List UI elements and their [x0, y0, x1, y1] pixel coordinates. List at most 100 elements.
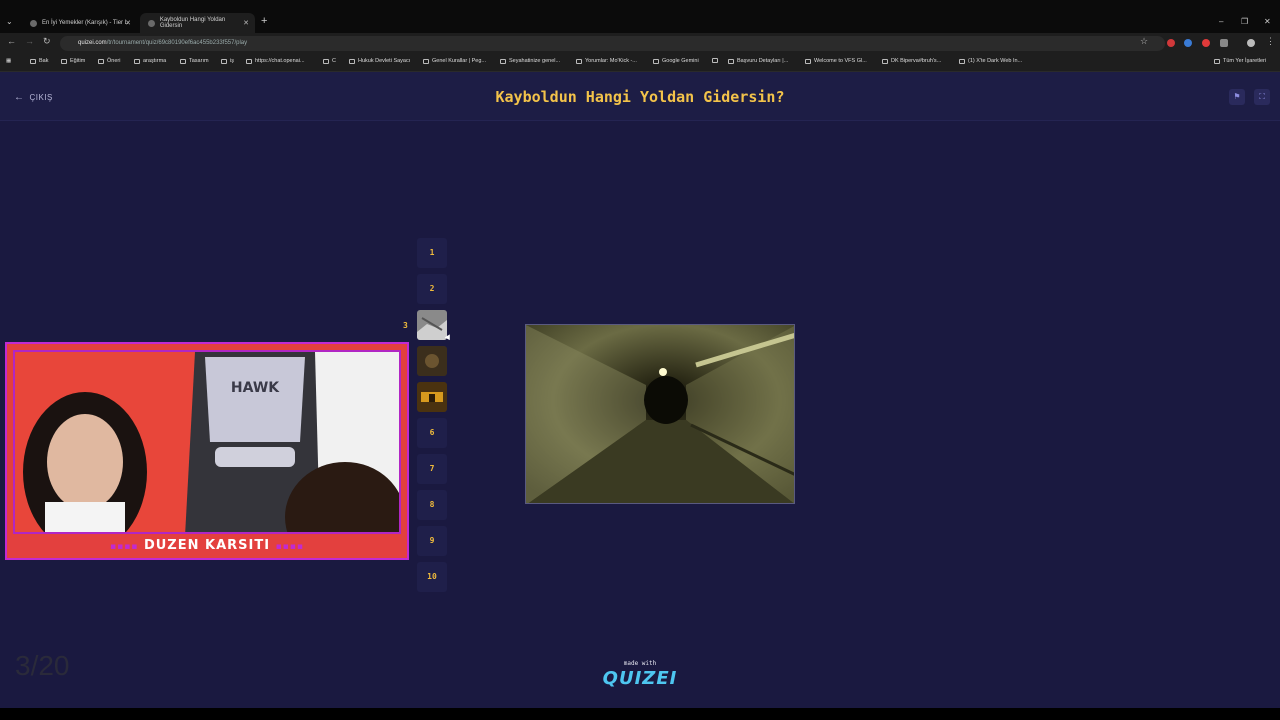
- thumbnail-image: [417, 382, 447, 412]
- bookmark-label: Hukuk Devleti Sayacı: [358, 58, 411, 64]
- extension-icon[interactable]: [1202, 39, 1210, 47]
- bracket-item-7[interactable]: 7: [417, 454, 447, 484]
- bookmark-label: araştırma: [143, 58, 167, 64]
- bookmark-item[interactable]: Bak: [30, 58, 48, 64]
- tunnel-image: [526, 325, 794, 503]
- fullscreen-icon[interactable]: ⛶: [1254, 89, 1270, 105]
- minimize-icon[interactable]: –: [1219, 17, 1223, 26]
- bookmark-item[interactable]: [712, 58, 721, 63]
- bookmark-item[interactable]: Öneri: [98, 58, 120, 64]
- bookmark-label: Eğitim: [70, 58, 86, 64]
- profile-avatar-icon[interactable]: [1247, 39, 1255, 47]
- menu-kebab-icon[interactable]: ⋮: [1266, 36, 1275, 47]
- all-bookmarks-item[interactable]: Tüm Yer İşaretleri: [1214, 58, 1266, 64]
- screen-bottom-strip: [0, 708, 1280, 720]
- link-icon: [728, 58, 734, 64]
- bracket-item-3-thumbnail[interactable]: [417, 310, 447, 340]
- tab-favicon-icon: [148, 19, 155, 27]
- bookmark-item[interactable]: DK Biperva#bruh's...: [882, 58, 941, 64]
- bookmark-label: Tasarım: [189, 58, 209, 64]
- bookmarks-bar: ▦ Bak Eğitim Öneri araştırma Tasarım iş …: [0, 53, 1280, 72]
- bookmark-item[interactable]: Welcome to VFS Gl...: [805, 58, 867, 64]
- close-tab-icon[interactable]: ✕: [125, 19, 131, 27]
- bookmark-item[interactable]: iş: [221, 58, 234, 64]
- bracket-item-2[interactable]: 2: [417, 274, 447, 304]
- banner-deco: ▪▪▪▪: [275, 542, 304, 552]
- option-image[interactable]: [525, 324, 795, 504]
- bookmark-label: Seyahatinize genel...: [509, 58, 561, 64]
- bracket-item-9[interactable]: 9: [417, 526, 447, 556]
- bookmark-label: Öneri: [107, 58, 121, 64]
- bookmark-item[interactable]: https://chat.openai...: [246, 58, 305, 64]
- x-logo-icon: [959, 58, 965, 64]
- new-tab-icon[interactable]: +: [261, 15, 267, 27]
- browser-tabbar: ⌄ En İyi Yemekler (Karışık) - Tier L ✕ K…: [0, 0, 1280, 33]
- close-window-icon[interactable]: ✕: [1264, 17, 1271, 26]
- restore-icon[interactable]: ❐: [1241, 17, 1248, 26]
- url-path: /tr/tournament/quiz/69c80190ef6ac455b233…: [106, 40, 248, 46]
- tab-list-icon[interactable]: ⌄: [6, 17, 13, 26]
- bookmark-item[interactable]: Seyahatinize genel...: [500, 58, 560, 64]
- quiz-page: ← ÇIKIŞ Kayboldun Hangi Yoldan Gidersin?…: [0, 72, 1280, 708]
- bookmark-item[interactable]: araştırma: [134, 58, 166, 64]
- quizei-logo[interactable]: QUIZEI: [600, 668, 680, 689]
- folder-icon: [61, 58, 67, 64]
- folder-icon: [98, 58, 104, 64]
- link-icon: [423, 58, 429, 64]
- bracket-item-10[interactable]: 10: [417, 562, 447, 592]
- link-icon: [712, 58, 718, 63]
- link-icon: [576, 58, 582, 64]
- forward-icon[interactable]: →: [25, 36, 34, 46]
- bookmark-item[interactable]: Yorumlar: Mo'Kick -...: [576, 58, 637, 64]
- bracket-item-5-thumbnail[interactable]: [417, 382, 447, 412]
- folder-icon: [180, 58, 186, 64]
- extension-icon[interactable]: [1184, 39, 1192, 47]
- folder-icon: [30, 58, 36, 64]
- url-input[interactable]: quizei.com/tr/tournament/quiz/69c80190ef…: [60, 36, 1165, 51]
- folder-icon: [134, 58, 140, 64]
- apps-grid-icon[interactable]: ▦: [6, 58, 11, 64]
- bookmark-item[interactable]: Google Gemini: [653, 58, 699, 64]
- bookmark-item[interactable]: Eğitim: [61, 58, 85, 64]
- thumbnail-image: [417, 310, 447, 340]
- bookmark-item[interactable]: C: [323, 58, 336, 64]
- bookmark-item[interactable]: Hukuk Devleti Sayacı: [349, 58, 410, 64]
- bookmark-label: Welcome to VFS Gl...: [814, 58, 867, 64]
- webcam-video: HAWK: [13, 350, 401, 534]
- extension-icon[interactable]: [1167, 39, 1175, 47]
- tab-quiz[interactable]: Kayboldun Hangi Yoldan Gidersin ✕: [140, 13, 255, 33]
- folder-icon: [323, 58, 329, 64]
- bracket-item-1[interactable]: 1: [417, 238, 447, 268]
- close-tab-icon[interactable]: ✕: [243, 19, 249, 27]
- back-icon[interactable]: ←: [7, 36, 16, 46]
- bookmark-label: Başvuru Detayları |...: [737, 58, 789, 64]
- link-icon: [500, 58, 506, 64]
- folder-icon: [221, 58, 227, 64]
- tab-label: Kayboldun Hangi Yoldan Gidersin: [159, 17, 226, 29]
- bookmark-label: (1) X'te Dark Web In...: [968, 58, 1023, 64]
- link-icon: [349, 58, 355, 64]
- bookmark-item[interactable]: Tasarım: [180, 58, 209, 64]
- tab-label: En İyi Yemekler (Karışık) - Tier L: [42, 20, 129, 26]
- bookmark-item[interactable]: Başvuru Detayları |...: [728, 58, 788, 64]
- reload-icon[interactable]: ↻: [43, 36, 51, 47]
- bookmark-item[interactable]: (1) X'te Dark Web In...: [959, 58, 1022, 64]
- bookmark-item[interactable]: Genel Kurallar | Peg...: [423, 58, 486, 64]
- quiz-title: Kayboldun Hangi Yoldan Gidersin?: [495, 88, 785, 106]
- mouse-cursor-icon: [444, 334, 453, 342]
- banner-text: DUZEN KARSITI: [143, 538, 271, 553]
- bracket-item-6[interactable]: 6: [417, 418, 447, 448]
- svg-text:HAWK: HAWK: [231, 380, 280, 396]
- made-with-label: made with: [623, 660, 657, 667]
- folder-icon: [1214, 58, 1220, 64]
- link-icon: [246, 58, 252, 64]
- bracket-item-8[interactable]: 8: [417, 490, 447, 520]
- bookmark-star-icon[interactable]: ☆: [1140, 36, 1148, 47]
- webcam-overlay: HAWK ▪▪▪▪ DUZEN KARSITI ▪▪▪▪: [5, 342, 409, 560]
- gemini-icon: [653, 58, 659, 64]
- extensions-puzzle-icon[interactable]: [1220, 39, 1228, 47]
- bracket-item-4-thumbnail[interactable]: [417, 346, 447, 376]
- webcam-banner: ▪▪▪▪ DUZEN KARSITI ▪▪▪▪: [7, 534, 407, 558]
- tab-food-tierlist[interactable]: En İyi Yemekler (Karışık) - Tier L ✕: [22, 13, 137, 33]
- flag-icon[interactable]: ⚑: [1229, 89, 1245, 105]
